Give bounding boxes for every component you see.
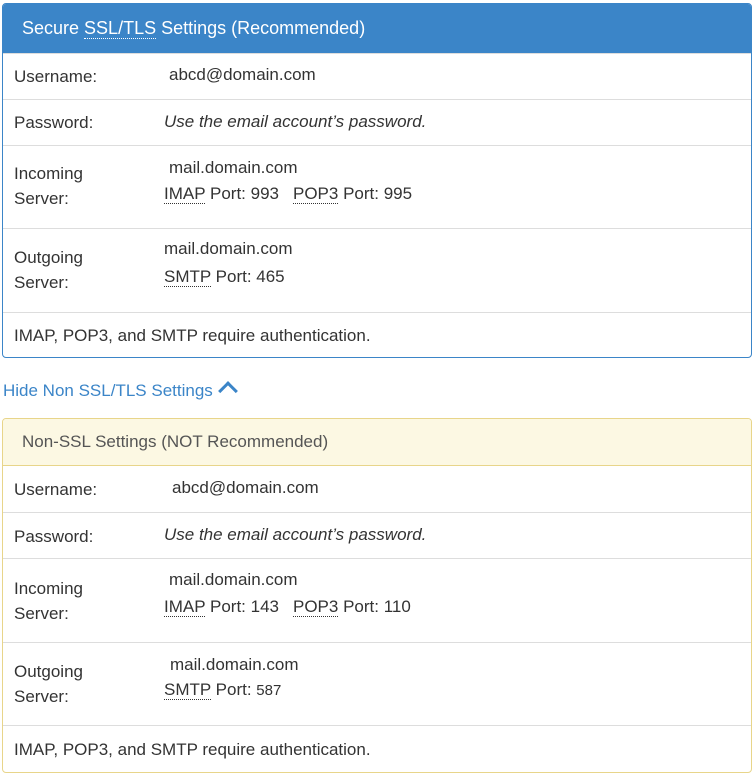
ssl-panel-heading: Secure SSL/TLS Settings (Recommended) <box>3 4 751 53</box>
ssl-tls-abbr: SSL/TLS <box>84 18 157 39</box>
outgoing-label: Outgoing Server: <box>14 659 83 709</box>
incoming-label: Incoming Server: <box>14 161 83 211</box>
incoming-label-line2: Server: <box>14 189 69 208</box>
imap-abbr: IMAP <box>164 597 206 617</box>
password-label: Password: <box>14 113 94 132</box>
ssl-auth-row: IMAP, POP3, and SMTP require authenticat… <box>3 312 751 357</box>
username-label: Username: <box>14 67 98 86</box>
non-ssl-panel-heading: Non-SSL Settings (NOT Recommended) <box>3 419 751 466</box>
incoming-label-line1: Incoming <box>14 164 83 183</box>
auth-note: IMAP, POP3, and SMTP require authenticat… <box>14 740 371 759</box>
outgoing-label-line2: Server: <box>14 273 69 292</box>
ssl-username-row: Username: abcd@domain.com <box>3 53 751 99</box>
nonssl-incoming-row: Incoming Server: mail.domain.com IMAP Po… <box>3 558 751 642</box>
outgoing-label-line2: Server: <box>14 687 69 706</box>
smtp-port-label: Port: <box>210 680 257 699</box>
hide-non-ssl-link[interactable]: Hide Non SSL/TLS Settings <box>3 381 238 401</box>
chevron-up-icon[interactable] <box>217 381 238 401</box>
username-label: Username: <box>14 480 98 499</box>
pop3-port: Port: 995 <box>338 184 413 203</box>
nonssl-username-row: Username: abcd@domain.com <box>3 466 751 512</box>
nonssl-password-row: Password: Use the email account’s passwo… <box>3 512 751 558</box>
ssl-incoming-row: Incoming Server: mail.domain.com IMAP Po… <box>3 145 751 228</box>
imap-port: Port: 143 <box>205 597 279 616</box>
incoming-label: Incoming Server: <box>14 576 83 626</box>
incoming-label-line1: Incoming <box>14 579 83 598</box>
incoming-ports: IMAP Port: 993 POP3 Port: 995 <box>164 184 412 204</box>
imap-port: Port: 993 <box>205 184 279 203</box>
incoming-ports: IMAP Port: 143 POP3 Port: 110 <box>164 597 411 617</box>
non-ssl-settings-panel: Non-SSL Settings (NOT Recommended) Usern… <box>2 418 752 773</box>
incoming-label-line2: Server: <box>14 604 69 623</box>
outgoing-label-line1: Outgoing <box>14 248 83 267</box>
username-value[interactable]: abcd@domain.com <box>169 65 316 85</box>
outgoing-ports: SMTP Port: 465 <box>164 267 285 287</box>
outgoing-label-line1: Outgoing <box>14 662 83 681</box>
username-value[interactable]: abcd@domain.com <box>172 478 319 498</box>
nonssl-auth-row: IMAP, POP3, and SMTP require authenticat… <box>3 725 751 772</box>
auth-note: IMAP, POP3, and SMTP require authenticat… <box>14 326 371 345</box>
smtp-abbr: SMTP <box>164 680 211 700</box>
ssl-settings-panel: Secure SSL/TLS Settings (Recommended) Us… <box>2 3 752 358</box>
password-label: Password: <box>14 527 94 546</box>
outgoing-server-value[interactable]: mail.domain.com <box>164 239 293 259</box>
outgoing-ports: SMTP Port: 587 <box>164 680 281 700</box>
password-value: Use the email account’s password. <box>164 112 427 131</box>
ssl-heading-post: Settings (Recommended) <box>156 18 366 38</box>
incoming-server-value[interactable]: mail.domain.com <box>169 570 298 590</box>
smtp-port: Port: 465 <box>210 267 285 286</box>
ssl-password-row: Password: Use the email account’s passwo… <box>3 99 751 145</box>
ssl-outgoing-row: Outgoing Server: mail.domain.com SMTP Po… <box>3 228 751 312</box>
pop3-abbr: POP3 <box>292 597 339 617</box>
hide-non-ssl-label[interactable]: Hide Non SSL/TLS Settings <box>3 381 213 400</box>
smtp-port-value: 587 <box>256 682 282 699</box>
incoming-server-value[interactable]: mail.domain.com <box>169 158 298 178</box>
outgoing-label: Outgoing Server: <box>14 245 83 295</box>
nonssl-outgoing-row: Outgoing Server: mail.domain.com SMTP Po… <box>3 642 751 725</box>
ssl-heading-pre: Secure <box>22 18 85 38</box>
smtp-abbr: SMTP <box>164 267 211 287</box>
pop3-abbr: POP3 <box>292 184 339 204</box>
pop3-port: Port: 110 <box>338 597 411 616</box>
outgoing-server-value[interactable]: mail.domain.com <box>170 655 299 675</box>
imap-abbr: IMAP <box>164 184 206 204</box>
password-value: Use the email account’s password. <box>164 525 427 544</box>
